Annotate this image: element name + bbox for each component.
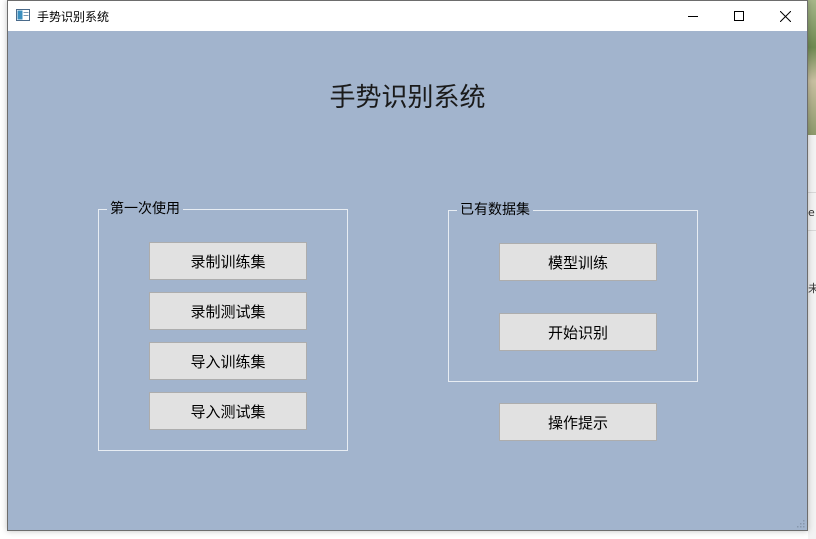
background-text-fragment: 未 <box>808 282 816 295</box>
record-training-set-button[interactable]: 录制训练集 <box>149 242 307 280</box>
title-bar[interactable]: 手势识别系统 <box>8 1 807 31</box>
start-recognition-button[interactable]: 开始识别 <box>499 313 657 351</box>
help-button[interactable]: 操作提示 <box>499 403 657 441</box>
window-title: 手势识别系统 <box>37 10 110 24</box>
background-divider <box>808 192 816 193</box>
close-button[interactable] <box>762 1 808 31</box>
maximize-button[interactable] <box>716 1 762 31</box>
app-window: 手势识别系统 手势识别系统 第一次使用 录制训练集 录制测试集 导入训练集 导入… <box>7 0 808 531</box>
page-title: 手势识别系统 <box>329 83 486 113</box>
resize-grip-icon[interactable] <box>795 518 805 528</box>
first-use-group: 第一次使用 录制训练集 录制测试集 导入训练集 导入测试集 <box>98 201 348 451</box>
minimize-icon <box>688 16 698 17</box>
model-training-button[interactable]: 模型训练 <box>499 243 657 281</box>
minimize-button[interactable] <box>670 1 716 31</box>
background-text-fragment: e <box>808 206 815 219</box>
close-icon <box>779 10 791 22</box>
background-app-strip: e 未 <box>808 0 816 539</box>
existing-dataset-group: 已有数据集 模型训练 开始识别 <box>448 202 698 382</box>
import-training-set-button[interactable]: 导入训练集 <box>149 342 307 380</box>
background-divider <box>808 230 816 231</box>
app-icon <box>16 9 30 21</box>
existing-dataset-group-title: 已有数据集 <box>457 202 533 218</box>
maximize-icon <box>734 11 744 21</box>
first-use-group-title: 第一次使用 <box>107 201 183 217</box>
record-test-set-button[interactable]: 录制测试集 <box>149 292 307 330</box>
import-test-set-button[interactable]: 导入测试集 <box>149 392 307 430</box>
background-photo <box>808 0 816 135</box>
